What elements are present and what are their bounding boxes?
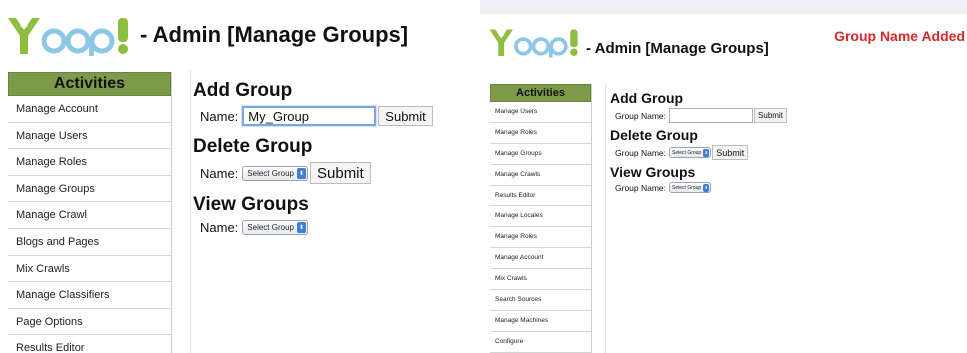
add-group-submit-button[interactable]: Submit: [378, 106, 433, 126]
delete-group-heading: Delete Group: [193, 136, 313, 157]
main-content: Add Group Name: My_Group Submit Delete G…: [190, 70, 478, 353]
view-groups-name-label: Group Name:: [615, 182, 667, 193]
sidebar-item-manage-crawl[interactable]: Manage Crawl: [8, 202, 171, 229]
sidebar-item-manage-account[interactable]: Manage Account: [8, 96, 171, 123]
view-groups-heading: View Groups: [610, 164, 696, 180]
sidebar-item-manage-users[interactable]: Manage Users: [8, 123, 171, 150]
sidebar-item-results-editor[interactable]: Results Editor: [8, 335, 171, 353]
left-screenshot-panel: - Admin [Manage Groups] Activities Manag…: [0, 0, 478, 353]
sidebar-header: Activities: [490, 84, 591, 102]
select-arrows-icon: ⬍: [703, 183, 710, 192]
sidebar-item-results-editor[interactable]: Results Editor: [490, 186, 591, 207]
sidebar-item-mix-crawls[interactable]: Mix Crawls: [490, 269, 591, 291]
add-group-submit-button[interactable]: Submit: [754, 108, 787, 123]
yoop-logo: [6, 14, 134, 56]
sidebar-item-mix-crawls[interactable]: Mix Crawls: [8, 256, 171, 283]
page-header: - Admin [Manage Groups]: [488, 26, 769, 58]
sidebar-item-page-options[interactable]: Page Options: [8, 309, 171, 336]
sidebar-item-manage-roles[interactable]: Manage Roles: [8, 149, 171, 176]
sidebar-header: Activities: [8, 72, 171, 96]
page-title: - Admin [Manage Groups]: [140, 22, 409, 47]
sidebar-item-manage-crawls[interactable]: Manage Crawls: [490, 165, 591, 186]
sidebar-item-manage-users[interactable]: Manage Users: [490, 102, 591, 123]
add-group-row: Name: My_Group Submit: [200, 106, 478, 126]
delete-group-select-value: Select Group: [672, 149, 702, 156]
sidebar-item-manage-roles[interactable]: Manage Roles: [490, 123, 591, 144]
sidebar-item-manage-classifiers[interactable]: Manage Classifiers: [8, 282, 171, 309]
delete-group-submit-button[interactable]: Submit: [310, 162, 371, 184]
delete-group-select[interactable]: Select Group ⬍: [669, 147, 712, 158]
add-group-name-label: Group Name:: [615, 110, 667, 121]
page-header: - Admin [Manage Groups]: [6, 14, 408, 56]
add-group-heading: Add Group: [193, 80, 293, 101]
view-groups-select[interactable]: Select Group ⬍: [669, 182, 712, 193]
sidebar-item-manage-account[interactable]: Manage Account: [490, 248, 591, 270]
group-name-input[interactable]: My_Group: [242, 106, 377, 126]
page-title: - Admin [Manage Groups]: [586, 39, 769, 57]
add-group-row: Group Name: Submit: [615, 108, 967, 123]
sidebar-item-blogs-and-pages[interactable]: Blogs and Pages: [8, 229, 171, 256]
sidebar-item-manage-groups[interactable]: Manage Groups: [490, 144, 591, 165]
view-groups-select-value: Select Group: [672, 184, 702, 191]
right-screenshot-panel: - Admin [Manage Groups] Group Name Added…: [480, 0, 967, 353]
view-groups-heading: View Groups: [193, 194, 309, 215]
delete-group-submit-button[interactable]: Submit: [712, 145, 749, 160]
delete-group-select-value: Select Group: [247, 168, 294, 178]
view-groups-select-value: Select Group: [247, 223, 294, 232]
sidebar-item-manage-roles-2[interactable]: Manage Roles: [490, 227, 591, 249]
delete-group-row: Name: Select Group ⬍ Submit: [200, 162, 478, 184]
delete-group-name-label: Group Name:: [615, 147, 667, 158]
add-group-heading: Add Group: [610, 90, 684, 106]
sidebar-item-configure[interactable]: Configure: [490, 332, 591, 353]
select-arrows-icon: ⬍: [297, 167, 306, 179]
group-added-message: Group Name Added: [834, 28, 965, 44]
view-groups-name-label: Name:: [200, 220, 239, 235]
sidebar-item-manage-locales[interactable]: Manage Locales: [490, 206, 591, 228]
delete-group-name-label: Name:: [200, 165, 239, 181]
view-groups-row: Group Name: Select Group ⬍: [615, 182, 967, 193]
browser-top-strip: [480, 0, 967, 14]
activities-sidebar: Activities Manage Users Manage Roles Man…: [490, 84, 592, 353]
sidebar-item-manage-machines[interactable]: Manage Machines: [490, 311, 591, 332]
main-content: Add Group Group Name: Submit Delete Grou…: [605, 84, 967, 353]
delete-group-row: Group Name: Select Group ⬍ Submit: [615, 145, 967, 160]
delete-group-heading: Delete Group: [610, 127, 698, 143]
activities-sidebar: Activities Manage Account Manage Users M…: [8, 72, 172, 353]
add-group-name-label: Name:: [200, 108, 239, 124]
sidebar-item-manage-groups[interactable]: Manage Groups: [8, 176, 171, 203]
sidebar-item-search-sources[interactable]: Search Sources: [490, 290, 591, 311]
select-arrows-icon: ⬍: [297, 222, 306, 233]
group-name-input[interactable]: [669, 108, 754, 123]
yoop-logo: [488, 26, 582, 58]
delete-group-select[interactable]: Select Group ⬍: [242, 165, 308, 181]
view-groups-select[interactable]: Select Group ⬍: [242, 220, 308, 235]
view-groups-row: Name: Select Group ⬍: [200, 220, 478, 235]
select-arrows-icon: ⬍: [703, 148, 710, 157]
